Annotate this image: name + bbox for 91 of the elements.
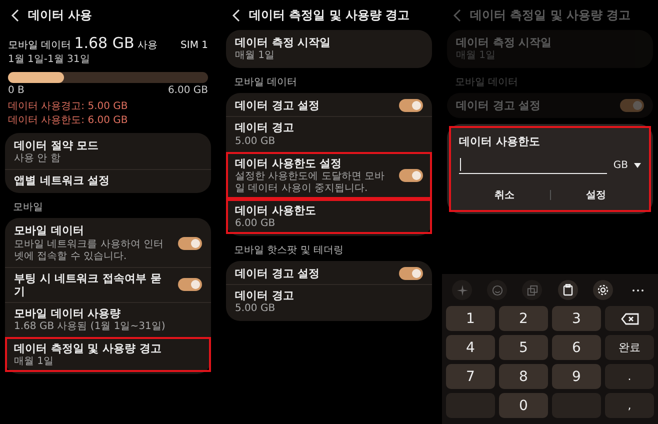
- screen-title: 데이터 측정일 및 사용량 경고: [470, 6, 631, 24]
- key[interactable]: ,: [605, 393, 654, 418]
- setting-subtitle: 사용 안 함: [14, 153, 62, 166]
- number-key[interactable]: 5: [499, 335, 548, 360]
- section-header: 모바일 핫스팟 및 테더링: [233, 244, 345, 258]
- setting-subtitle: 설정한 사용한도에 도달하면 모바일 데이터 사용이 중지됩니다.: [235, 170, 386, 195]
- toggle-switch[interactable]: [399, 267, 423, 280]
- setting-row[interactable]: 모바일 데이터 사용량 1.68 GB 사용됨 (1월 1일~31일): [5, 302, 211, 338]
- toggle-switch[interactable]: [178, 278, 202, 292]
- setting-title: 데이터 경고 설정: [235, 99, 321, 112]
- key[interactable]: 완료: [605, 335, 654, 360]
- setting-subtitle: 5.00 GB: [235, 136, 276, 148]
- toggle-switch[interactable]: [178, 236, 202, 250]
- usage-period: 1월 1일-1월 31일: [8, 53, 91, 66]
- smiley-icon: [492, 284, 503, 296]
- toggle-switch[interactable]: [399, 169, 423, 182]
- setting-row[interactable]: 부팅 시 네트워크 접속여부 묻기: [5, 266, 211, 302]
- setting-title: 데이터 경고 설정: [235, 266, 321, 280]
- number-key[interactable]: 8: [499, 364, 548, 389]
- number-key[interactable]: 0: [499, 393, 548, 418]
- limit-note: 데이터 사용경고: 5.00 GB: [8, 100, 128, 113]
- bar-max-label: 6.00 GB: [168, 85, 208, 96]
- setting-row[interactable]: 데이터 경고 설정: [226, 95, 432, 116]
- setting-title: 모바일 데이터: [14, 224, 85, 238]
- key[interactable]: .: [605, 364, 654, 389]
- setting-subtitle: 1.68 GB 사용됨 (1월 1일~31일): [14, 321, 166, 334]
- usage-unit: 사용: [137, 39, 158, 52]
- usage-amount: 1.68 GB: [74, 34, 134, 52]
- setting-row[interactable]: 데이터 측정일 및 사용량 경고 매월 1일: [5, 337, 211, 372]
- cancel-button[interactable]: 취소: [459, 184, 550, 206]
- setting-title: 앱별 네트워크 설정: [14, 174, 111, 188]
- setting-title: 데이터 경고: [235, 121, 295, 135]
- setting-subtitle: 매월 1일: [456, 50, 497, 62]
- section-header: 모바일 데이터: [233, 76, 298, 90]
- setting-title: 데이터 측정 시작일: [456, 36, 553, 50]
- input-field[interactable]: [459, 157, 608, 174]
- back-icon[interactable]: [11, 8, 19, 22]
- setting-title: 데이터 사용한도 설정: [235, 156, 343, 170]
- setting-row[interactable]: 데이터 측정 시작일 매월 1일: [226, 32, 432, 66]
- unit-label: GB: [613, 160, 628, 172]
- sim-label: SIM 1: [180, 40, 208, 51]
- setting-row[interactable]: 데이터 경고 5.00 GB: [226, 284, 432, 320]
- toggle-switch[interactable]: [399, 99, 423, 112]
- setting-row[interactable]: 데이터 사용한도 6.00 GB: [226, 198, 432, 234]
- back-icon[interactable]: [232, 8, 240, 22]
- copy-icon: [526, 284, 538, 296]
- setting-row[interactable]: 데이터 사용한도 설정 설정한 사용한도에 도달하면 모바일 데이터 사용이 중지됩니다.: [226, 152, 432, 199]
- screen-title: 데이터 측정일 및 사용량 경고: [249, 6, 410, 24]
- setting-row[interactable]: 데이터 경고 설정: [226, 262, 432, 284]
- setting-row[interactable]: 모바일 데이터 모바일 네트워크를 사용하여 인터넷에 접속할 수 있습니다.: [5, 220, 211, 267]
- screen-title: 데이터 사용: [28, 6, 92, 24]
- setting-title: 데이터 사용한도: [235, 204, 317, 217]
- backspace-key[interactable]: [605, 306, 654, 331]
- number-key[interactable]: 9: [552, 364, 601, 389]
- settings-icon: [596, 284, 609, 296]
- setting-row[interactable]: 데이터 절약 모드 사용 안 함: [5, 135, 211, 170]
- number-key[interactable]: 4: [446, 335, 495, 360]
- section-header: 모바일 데이터: [454, 76, 520, 90]
- number-key[interactable]: 6: [552, 335, 601, 360]
- keyboard-tool-button[interactable]: [592, 280, 613, 300]
- dialog-title: 데이터 사용한도: [459, 134, 541, 150]
- toggle-switch[interactable]: [620, 99, 644, 112]
- backspace-icon: [620, 312, 638, 324]
- setting-title: 데이터 경고: [235, 289, 295, 302]
- keyboard-tool-button[interactable]: [558, 280, 578, 300]
- number-key[interactable]: 7: [446, 364, 495, 389]
- setting-title: 부팅 시 네트워크 접속여부 묻기: [14, 272, 162, 298]
- bar-min-label: 0 B: [8, 85, 24, 96]
- setting-subtitle: 6.00 GB: [235, 218, 276, 230]
- limit-note: 데이터 사용한도: 6.00 GB: [8, 114, 128, 127]
- more-icon: [632, 288, 644, 292]
- sparkle-icon: [456, 284, 468, 296]
- setting-title: 데이터 절약 모드: [14, 139, 100, 152]
- number-key[interactable]: 1: [446, 306, 495, 331]
- setting-title: 데이터 경고 설정: [456, 99, 542, 112]
- section-header: 모바일: [12, 201, 44, 216]
- setting-subtitle: 매월 1일: [235, 50, 276, 62]
- setting-title: 모바일 데이터 사용량: [14, 306, 122, 320]
- number-key[interactable]: 2: [499, 306, 548, 331]
- setting-title: 데이터 측정일 및 사용량 경고: [14, 342, 162, 356]
- dropdown-caret-icon[interactable]: [634, 163, 641, 168]
- setting-row[interactable]: 데이터 경고 5.00 GB: [226, 116, 432, 152]
- setting-subtitle: 매월 1일: [14, 356, 55, 368]
- setting-subtitle: 모바일 네트워크를 사용하여 인터넷에 접속할 수 있습니다.: [14, 238, 165, 263]
- setting-title: 데이터 측정 시작일: [235, 36, 332, 50]
- clipboard-icon: [562, 284, 573, 296]
- usage-label: 모바일 데이터: [8, 39, 72, 52]
- confirm-button[interactable]: 설정: [550, 184, 641, 206]
- number-key[interactable]: 3: [552, 306, 601, 331]
- setting-subtitle: 5.00 GB: [235, 303, 276, 316]
- setting-row[interactable]: 앱별 네트워크 설정: [5, 169, 211, 192]
